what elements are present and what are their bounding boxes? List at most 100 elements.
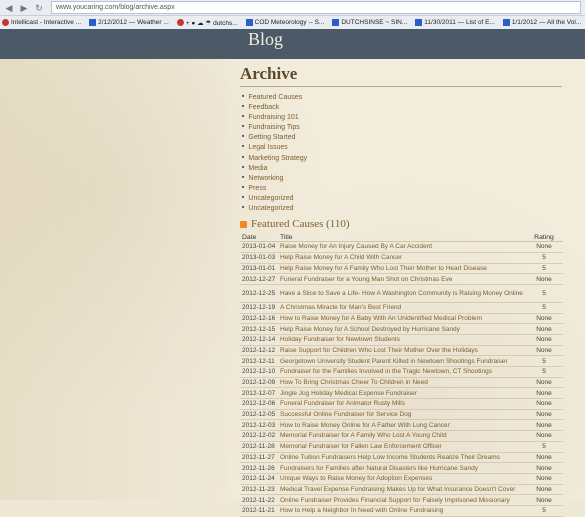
category-link[interactable]: Uncategorized — [242, 203, 565, 213]
post-date: 2012-11-24 — [240, 473, 278, 485]
table-row: 2013-01-03 Help Raise Money for A Child W… — [240, 252, 563, 264]
table-row: 2012-11-23 Medical Travel Expense Fundrai… — [240, 484, 563, 496]
table-row: 2012-12-07 Jingle Jog Holiday Medical Exp… — [240, 387, 563, 400]
post-title-link[interactable]: Fundraiser for the Families Involved in … — [278, 366, 525, 378]
post-title-link[interactable]: Raise Support for Children Who Lost Thei… — [278, 345, 525, 357]
bookmark-item[interactable]: + ● ☁ ☂ dutchs... — [175, 19, 238, 27]
bookmark-label: + ● ☁ ☂ dutchs... — [185, 19, 238, 27]
table-row: 2012-12-06 Funeral Fundraiser for Animato… — [240, 398, 563, 410]
bookmark-item[interactable]: COD Meteorology -- S... — [244, 19, 325, 26]
post-title-link[interactable]: Georgetown University Student Parent Kil… — [278, 355, 525, 367]
post-title-link[interactable]: Online Tuition Fundraisers Help Low Inco… — [278, 452, 525, 464]
table-row: 2012-12-14 Holiday Fundraiser for Newtown… — [240, 334, 563, 346]
category-link[interactable]: Networking — [242, 173, 565, 183]
post-title-link[interactable]: Funeral Fundraiser for Animator Rusty Mi… — [278, 398, 525, 410]
bookmark-item[interactable]: DUTCHSINSE ~ SIN... — [330, 19, 407, 26]
post-rating: None — [525, 484, 563, 496]
post-title-link[interactable]: Unique Ways to Raise Money for Adoption … — [278, 473, 525, 485]
category-link[interactable]: Press — [242, 183, 565, 193]
post-rating: None — [525, 419, 563, 432]
page-title: Archive — [240, 64, 298, 83]
post-date: 2012-12-12 — [240, 345, 278, 357]
back-arrow-icon[interactable]: ◀ — [3, 2, 15, 14]
forward-arrow-icon[interactable]: ▶ — [18, 2, 30, 14]
bookmark-favicon-icon — [415, 19, 423, 26]
bookmark-label: 1/1/2012 — All the Vol... — [511, 19, 582, 26]
post-title-link[interactable]: Memorial Fundraiser for A Family Who Los… — [278, 430, 525, 442]
bookmark-label: COD Meteorology -- S... — [254, 19, 325, 26]
post-rating: None — [525, 452, 563, 464]
post-rating: None — [525, 334, 563, 346]
post-date: 2012-12-27 — [240, 273, 278, 285]
post-date: 2012-12-02 — [240, 430, 278, 442]
bookmark-item[interactable]: 11/30/2011 — List of E... — [413, 19, 495, 26]
featured-causes-title[interactable]: Featured Causes (110) — [251, 218, 350, 230]
post-date: 2012-12-19 — [240, 302, 278, 314]
bookmark-favicon-icon — [245, 19, 253, 26]
post-title-link[interactable]: Online Fundraiser Provides Financial Sup… — [278, 494, 525, 506]
table-row: 2012-11-21 How to Help a Neighbor In Need… — [240, 505, 563, 517]
post-title-link[interactable]: How to Raise Money Online for A Father W… — [278, 419, 525, 432]
rating-column-header: Rating — [525, 233, 563, 243]
category-link[interactable]: Media — [242, 163, 565, 173]
blog-title[interactable]: Blog — [248, 29, 283, 50]
post-title-link[interactable]: Help Raise Money for A School Destroyed … — [278, 323, 525, 335]
browser-chrome: ◀ ▶ ↻ www.youcaring.com/blog/archive.asp… — [0, 0, 585, 29]
post-title-link[interactable]: Jingle Jog Holiday Medical Expense Fundr… — [278, 387, 525, 400]
table-row: 2013-01-01 Help Raise Money for A Family … — [240, 263, 563, 275]
reload-icon[interactable]: ↻ — [33, 2, 45, 14]
site-header: Blog — [0, 29, 585, 59]
post-date: 2012-12-05 — [240, 409, 278, 421]
bookmark-favicon-icon — [2, 19, 9, 26]
post-title-link[interactable]: Holiday Fundraiser for Newtown Students — [278, 334, 525, 346]
table-row: 2012-11-27 Online Tuition Fundraisers Hel… — [240, 452, 563, 464]
category-list: Featured CausesFeedbackFundraising 101Fu… — [240, 92, 565, 213]
post-date: 2012-12-11 — [240, 355, 278, 367]
post-title-link[interactable]: Memorial Fundraiser for Fallen Law Enfor… — [278, 441, 525, 453]
post-title-link[interactable]: How to Help a Neighbor In Need with Onli… — [278, 505, 525, 517]
post-date: 2012-12-03 — [240, 419, 278, 432]
category-link[interactable]: Marketing Strategy — [242, 153, 565, 163]
category-link[interactable]: Legal Issues — [242, 142, 565, 152]
category-link[interactable]: Fundraising Tips — [242, 122, 565, 132]
post-title-link[interactable]: A Christmas Miracle for Man's Best Frien… — [278, 302, 525, 314]
table-row: 2012-11-24 Unique Ways to Raise Money for… — [240, 473, 563, 485]
post-title-link[interactable]: Raise Money for An Injury Caused By A Ca… — [278, 241, 525, 253]
post-date: 2013-01-04 — [240, 241, 278, 253]
post-date: 2012-11-22 — [240, 494, 278, 506]
post-title-link[interactable]: How To Bring Christmas Cheer To Children… — [278, 377, 525, 389]
category-link[interactable]: Featured Causes — [242, 92, 565, 102]
category-link[interactable]: Getting Started — [242, 132, 565, 142]
bookmark-favicon-icon — [332, 19, 340, 26]
category-link[interactable]: Fundraising 101 — [242, 112, 565, 122]
post-rating: 5 — [525, 284, 563, 303]
bookmark-favicon-icon — [502, 19, 510, 26]
post-date: 2012-11-27 — [240, 452, 278, 464]
post-rating: None — [525, 473, 563, 485]
post-title-link[interactable]: Help Raise Money for A Child With Cancer — [278, 252, 525, 264]
post-title-link[interactable]: Fundraisers for Families after Natural D… — [278, 462, 525, 474]
post-date: 2012-12-16 — [240, 313, 278, 325]
category-link[interactable]: Uncategorized — [242, 193, 565, 203]
url-field[interactable]: www.youcaring.com/blog/archive.aspx — [51, 1, 581, 14]
post-date: 2012-12-25 — [240, 284, 278, 303]
post-title-link[interactable]: Have a Slice to Save a Life- How A Washi… — [278, 284, 525, 303]
post-date: 2012-11-26 — [240, 462, 278, 474]
rss-icon[interactable] — [240, 220, 247, 228]
post-rating: 5 — [525, 302, 563, 314]
post-title-link[interactable]: How to Raise Money for A Baby With An Un… — [278, 313, 525, 325]
bookmark-item[interactable]: Intellicast - Interactive ... — [0, 19, 81, 26]
post-rating: None — [525, 241, 563, 253]
post-title-link[interactable]: Funeral Fundraiser for a Young Man Shot … — [278, 273, 525, 285]
bookmark-item[interactable]: 2/12/2012 — Weather ... — [87, 19, 169, 26]
posts-table: Date Title Rating 2013-01-04 Raise Money … — [240, 233, 563, 517]
post-title-link[interactable]: Help Raise Money for A Family Who Lost T… — [278, 263, 525, 275]
bookmark-item[interactable]: 1/1/2012 — All the Vol... — [501, 19, 581, 26]
bookmark-favicon-icon — [89, 19, 97, 26]
post-rating: None — [525, 377, 563, 389]
post-title-link[interactable]: Successful Online Fundraiser for Service… — [278, 409, 525, 421]
category-link[interactable]: Feedback — [242, 102, 565, 112]
title-column-header: Title — [278, 233, 525, 243]
post-title-link[interactable]: Medical Travel Expense Fundraising Makes… — [278, 484, 525, 496]
post-rating: None — [525, 430, 563, 442]
